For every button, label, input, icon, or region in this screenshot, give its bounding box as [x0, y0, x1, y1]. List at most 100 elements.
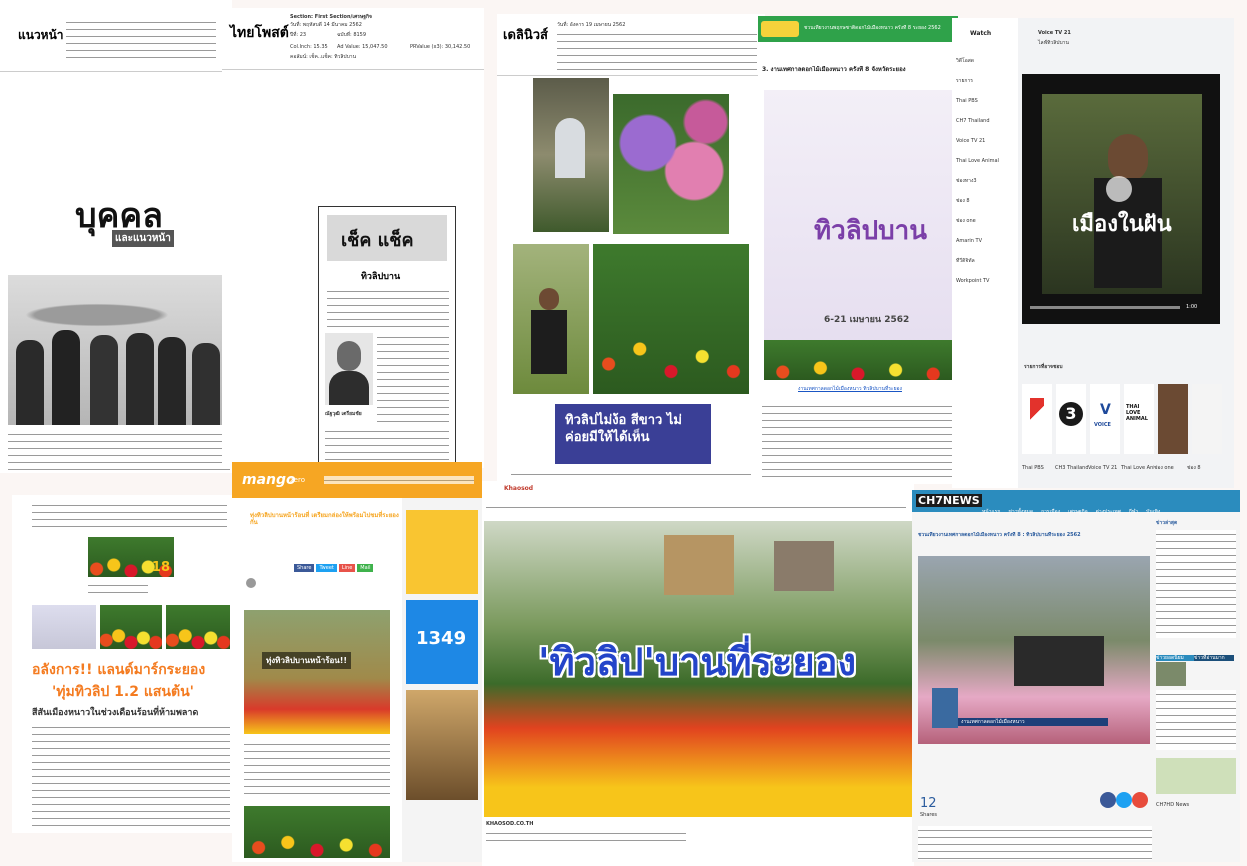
site-name[interactable]: Khaosod	[504, 485, 533, 492]
tweet-button[interactable]: Tweet	[316, 564, 337, 572]
share-button[interactable]: Share	[294, 564, 315, 572]
column-title: ทิวลิปบาน	[361, 272, 401, 282]
nav-link[interactable]: การเมือง	[1041, 509, 1060, 515]
tulip-photo	[100, 605, 162, 649]
meta-date: วันที่: พฤหัสบดี 14 มีนาคม 2562	[290, 22, 362, 28]
channel-label: Voice TV 21	[1088, 465, 1118, 471]
group-photo	[32, 605, 96, 649]
channel-label: CH3 Thailand	[1055, 465, 1088, 471]
quote-text: ทิวลิปไม่ง้อ สีขาว ไม่ค่อยมีให้ได้เห็น	[565, 413, 682, 445]
tab-most-read[interactable]: ข่าวที่อ่านมาก	[1194, 655, 1234, 661]
column-body	[327, 287, 449, 329]
play-icon[interactable]	[1106, 176, 1132, 202]
sidebar-list: วิดีโอสด รายการ Thai PBS CH7 Thailand Vo…	[956, 58, 1016, 298]
article-link[interactable]: งานเทศกาลดอกไม้เมืองหนาว ทิวลิปบานที่ระย…	[798, 386, 902, 392]
ad-column: 1349	[406, 510, 480, 860]
hero-text: ทุ่งทิวลิปบานหน้าร้อน!!	[262, 652, 352, 669]
news-sidebar: ข่าวล่าสุด ข่าวยอดนิยม ข่าวที่อ่านมาก CH7…	[1156, 520, 1238, 862]
ad-banner[interactable]: 1349	[406, 600, 478, 684]
channel-labels: Thai PBS CH3 ThailandVoice TV 21 Thai Love…	[1022, 456, 1232, 475]
sidebar-item[interactable]: วิดีโอสด	[956, 58, 1016, 78]
column-body-3	[325, 427, 449, 465]
channel-name[interactable]: Voice TV 21	[1038, 30, 1071, 36]
sidebar-item[interactable]: CH7 Thailand	[956, 118, 1016, 138]
event-poster: ทิวลิปบาน 6-21 เมษายน 2562	[764, 90, 952, 380]
house-shape	[774, 541, 834, 591]
nav-links: หน้าแรก ข่าวทั้งหมด การเมือง เศรษฐกิจ ต่างปร…	[982, 498, 1168, 517]
line-button[interactable]: Line	[338, 564, 356, 572]
channel-tile[interactable]: THAI LOVE ANIMAL	[1124, 384, 1154, 454]
column-box: เช็ค แช็ค ทิวลิปบาน ณัฐวุฒิ เตรียมชัย	[318, 206, 456, 468]
share-icon[interactable]	[1132, 792, 1148, 808]
channel-label: Thai PBS	[1022, 465, 1044, 471]
channel-label: ช่อง one	[1154, 465, 1174, 471]
headline-1: อลังการ!! แลนด์มาร์กระยอง	[32, 662, 206, 678]
site-logo[interactable]: CH7NEWS	[916, 494, 982, 507]
hydrangea-photo	[613, 94, 729, 234]
meta-page: ปีที่: 23	[290, 32, 307, 38]
sidebar-item[interactable]: ช่อง 8	[956, 198, 1016, 218]
sidebar-item[interactable]: ช่อง one	[956, 218, 1016, 238]
article-text	[244, 740, 390, 796]
video-player[interactable]: เมืองในฝัน 1:00	[1022, 74, 1220, 324]
sidebar-item[interactable]: Voice TV 21	[956, 138, 1016, 158]
watch-sidebar: Watch วิดีโอสด รายการ Thai PBS CH7 Thail…	[952, 18, 1018, 488]
nav-link[interactable]: เศรษฐกิจ	[1068, 509, 1088, 515]
clip-travel-site: ชวนเที่ยวงานพฤกษชาติดอกไม้เมืองหนาว ครั้…	[758, 16, 958, 484]
quote-box: ทิวลิปไม่ง้อ สีขาว ไม่ค่อยมีให้ได้เห็น	[555, 404, 711, 464]
channel-tile[interactable]	[1158, 384, 1188, 454]
tulip-photo	[593, 244, 749, 394]
clip-mangozero: mango zero ทุ่งทิวลิปบานหน้าร้อนที่ เตรี…	[232, 462, 482, 862]
news-video[interactable]: งานเทศกาลดอกไม้เมืองหนาว	[918, 556, 1150, 744]
ad-banner[interactable]	[406, 510, 478, 594]
ad-number: 1349	[416, 628, 467, 649]
thai-love-logo: THAI LOVE ANIMAL	[1126, 404, 1148, 422]
article-title: ชวนเที่ยวงานเทศกาลดอกไม้เมืองหนาว ครั้งท…	[918, 532, 1081, 538]
sidebar-thumb[interactable]	[1156, 662, 1186, 686]
sidebar-header: ข่าวล่าสุด	[1156, 520, 1178, 526]
share-count: 12	[920, 796, 937, 811]
site-nav	[324, 476, 474, 484]
column-logo-text: เช็ค แช็ค	[341, 230, 414, 251]
sidebar-ad[interactable]	[1156, 758, 1236, 794]
headline-bar	[486, 503, 906, 513]
clip-meta	[557, 30, 757, 70]
ad-photo[interactable]	[406, 690, 478, 800]
sidebar-item[interactable]: Amarin TV	[956, 238, 1016, 258]
sidebar-item[interactable]: Thai PBS	[956, 98, 1016, 118]
channel-tile[interactable]	[1192, 384, 1222, 454]
clip-meta	[66, 18, 216, 58]
channel-tile[interactable]: 3	[1056, 384, 1086, 454]
site-navbar: CH7NEWS หน้าแรก ข่าวทั้งหมด การเมือง เศรษฐก…	[912, 490, 1240, 515]
facebook-icon[interactable]	[1100, 792, 1116, 808]
sidebar-item[interactable]: ทีวีดิจิทัล	[956, 258, 1016, 278]
twitter-icon[interactable]	[1116, 792, 1132, 808]
sidebar-item[interactable]: Thai Love Animal	[956, 158, 1016, 178]
site-logo[interactable]: mango	[242, 472, 296, 488]
sidebar-item[interactable]: ช่องทาง3	[956, 178, 1016, 198]
nav-link[interactable]: ข่าวทั้งหมด	[1008, 509, 1033, 515]
nav-link[interactable]: ต่างประเทศ	[1096, 509, 1121, 515]
nav-link[interactable]: บันเทิง	[1146, 509, 1160, 515]
footer-label: CH7HD News	[1156, 802, 1190, 808]
group-photo	[8, 275, 230, 425]
channel-tile[interactable]: V VOICE	[1090, 384, 1120, 454]
meta-headline: คอลัมน์: เช็ค..แช็ค: ทิวลิปบาน	[290, 54, 357, 60]
watch-title: Watch	[970, 30, 992, 37]
presenter-box	[932, 688, 958, 728]
sidebar-item[interactable]: รายการ	[956, 78, 1016, 98]
channel-label: Thai Love Anim...	[1121, 465, 1154, 471]
sidebar-item[interactable]: Workpoint TV	[956, 278, 1016, 298]
column-logo: เช็ค แช็ค	[327, 215, 447, 261]
nav-link[interactable]: หน้าแรก	[982, 509, 1000, 515]
tab-popular[interactable]: ข่าวยอดนิยม	[1156, 655, 1194, 661]
clip-khaosod: Khaosod 'ทิวลิป'บานที่ระยอง KHAOSOD.CO.T…	[482, 481, 914, 866]
nav-link[interactable]: กีฬา	[1129, 509, 1138, 515]
mail-button[interactable]: Mail	[357, 564, 374, 572]
progress-bar[interactable]	[1030, 306, 1180, 309]
banner-text: ชวนเที่ยวงานพฤกษชาติดอกไม้เมืองหนาว ครั้…	[804, 25, 941, 31]
article-text	[32, 723, 230, 829]
channel-tile[interactable]	[1022, 384, 1052, 454]
author-avatar	[246, 578, 256, 588]
column-body-2	[377, 333, 449, 423]
